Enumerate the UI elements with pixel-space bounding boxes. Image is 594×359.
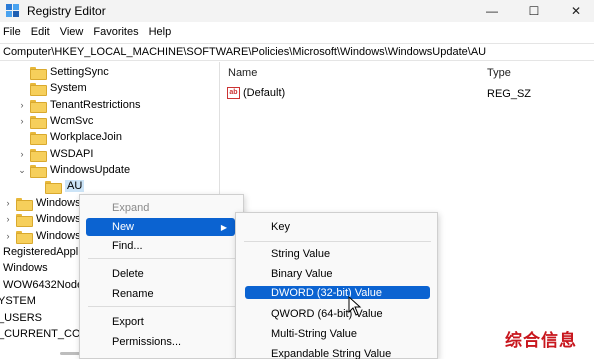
- folder-icon: [30, 66, 47, 80]
- chevron-right-icon[interactable]: ›: [3, 231, 13, 241]
- chevron-right-icon[interactable]: ›: [3, 198, 13, 208]
- tree-node[interactable]: _USERS: [0, 310, 42, 326]
- value-name: (Default): [243, 87, 286, 99]
- folder-icon: [30, 82, 47, 96]
- address-bar[interactable]: Computer\HKEY_LOCAL_MACHINE\SOFTWARE\Pol…: [0, 43, 594, 61]
- menu-item-delete[interactable]: Delete: [112, 265, 144, 283]
- folder-icon: [16, 230, 33, 244]
- folder-icon: [30, 115, 47, 129]
- chevron-right-icon[interactable]: ›: [17, 149, 27, 159]
- chevron-right-icon[interactable]: ›: [17, 116, 27, 126]
- submenu-item-qword-value[interactable]: QWORD (64-bit) Value: [271, 305, 383, 323]
- column-header-name[interactable]: Name: [228, 67, 257, 79]
- tree-node[interactable]: System: [17, 80, 87, 96]
- menu-item-find[interactable]: Find...: [112, 237, 143, 255]
- value-row[interactable]: ab (Default): [227, 87, 285, 99]
- minimize-button[interactable]: —: [474, 0, 510, 22]
- menu-bar: File Edit View Favorites Help: [0, 24, 176, 42]
- folder-icon: [30, 164, 47, 178]
- menu-item-rename[interactable]: Rename: [112, 285, 154, 303]
- registry-editor-icon: [6, 4, 19, 17]
- maximize-button[interactable]: ☐: [516, 0, 552, 22]
- tree-node[interactable]: › Windows: [3, 211, 81, 227]
- watermark-text: 综合信息: [505, 331, 577, 350]
- tree-node[interactable]: SettingSync: [17, 64, 109, 80]
- tree-node[interactable]: › WSDAPI: [17, 146, 93, 162]
- tree-node[interactable]: › Windows: [3, 195, 81, 211]
- submenu-item-binary-value[interactable]: Binary Value: [271, 265, 333, 283]
- submenu-item-dword-value[interactable]: DWORD (32-bit) Value: [245, 286, 430, 299]
- tree-node[interactable]: ⌄ WindowsUpdate: [17, 162, 130, 178]
- close-button[interactable]: ✕: [558, 0, 594, 22]
- tree-node[interactable]: _CURRENT_CON: [0, 326, 88, 342]
- tree-node[interactable]: WOW6432Node: [3, 277, 83, 293]
- menu-separator: [244, 241, 431, 242]
- menu-item-new-label: New: [112, 221, 135, 233]
- menu-item-expand: Expand: [112, 202, 150, 214]
- tree-node[interactable]: WorkplaceJoin: [17, 129, 122, 145]
- submenu-item-expandable-string-value[interactable]: Expandable String Value: [271, 345, 391, 359]
- submenu-item-key[interactable]: Key: [271, 218, 290, 236]
- chevron-down-icon[interactable]: ⌄: [17, 165, 27, 176]
- folder-icon: [45, 180, 62, 194]
- chevron-right-icon[interactable]: ›: [3, 214, 13, 224]
- tree-node[interactable]: YSTEM: [0, 293, 36, 309]
- new-submenu: Key String Value Binary Value DWORD (32-…: [235, 212, 438, 359]
- menu-favorites[interactable]: Favorites: [88, 24, 143, 42]
- chevron-right-icon[interactable]: ›: [17, 100, 27, 110]
- menu-edit[interactable]: Edit: [26, 24, 55, 42]
- folder-icon: [30, 148, 47, 162]
- submenu-item-multi-string-value[interactable]: Multi-String Value: [271, 325, 357, 343]
- submenu-arrow-icon: ▶: [220, 222, 227, 232]
- menu-separator: [88, 258, 236, 259]
- title-bar: Registry Editor — ☐ ✕: [0, 0, 594, 22]
- submenu-item-string-value[interactable]: String Value: [271, 245, 330, 263]
- column-header-type[interactable]: Type: [487, 67, 511, 79]
- context-menu: Expand New ▶ Find... Delete Rename Expor…: [79, 194, 244, 359]
- folder-icon: [30, 131, 47, 145]
- window-title: Registry Editor: [27, 4, 106, 18]
- folder-icon: [16, 197, 33, 211]
- menu-file[interactable]: File: [0, 24, 26, 42]
- mouse-cursor-icon: [348, 296, 362, 316]
- menu-view[interactable]: View: [55, 24, 89, 42]
- string-value-icon: ab: [227, 87, 240, 99]
- tree-node[interactable]: › TenantRestrictions: [17, 97, 141, 113]
- value-type: REG_SZ: [487, 88, 532, 100]
- menu-item-permissions[interactable]: Permissions...: [112, 333, 181, 351]
- folder-icon: [16, 213, 33, 227]
- tree-node[interactable]: Windows: [3, 260, 48, 276]
- menu-item-new[interactable]: New ▶: [86, 218, 235, 236]
- tree-node[interactable]: RegisteredAppl: [3, 244, 78, 260]
- folder-icon: [30, 99, 47, 113]
- menu-item-export[interactable]: Export: [112, 313, 144, 331]
- tree-node-au[interactable]: AU: [32, 178, 85, 194]
- menu-help[interactable]: Help: [144, 24, 177, 42]
- tree-node[interactable]: › Windows: [3, 228, 81, 244]
- menu-separator: [88, 306, 236, 307]
- tree-node[interactable]: › WcmSvc: [17, 113, 93, 129]
